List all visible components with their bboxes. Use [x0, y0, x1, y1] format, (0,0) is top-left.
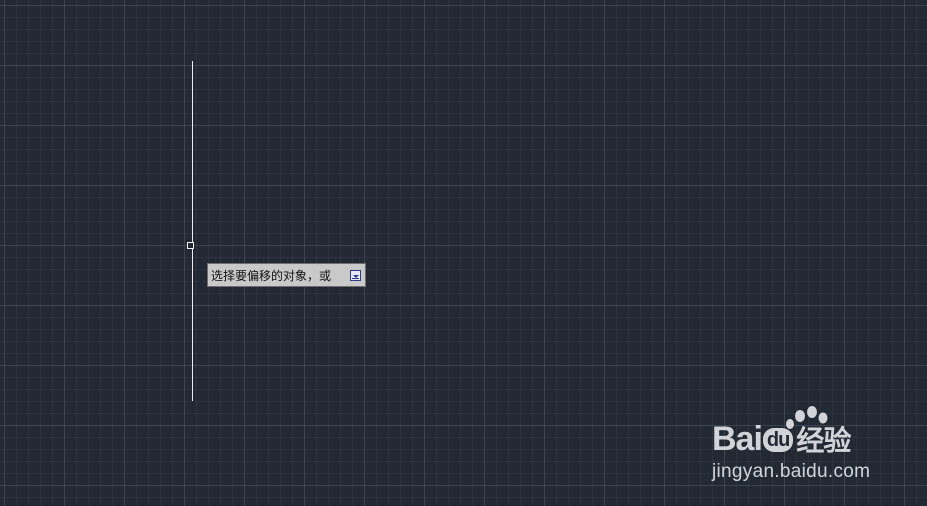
baidu-logo: Bai du 经验 — [712, 419, 851, 461]
command-prompt-text: 选择要偏移的对象，或 — [211, 268, 332, 283]
brand-cn: 经验 — [796, 424, 851, 457]
drawing-canvas[interactable]: 选择要偏移的对象，或 Bai du 经验 jingyan.baidu.com — [0, 0, 927, 506]
dynamic-input-tooltip: 选择要偏移的对象，或 — [207, 263, 366, 287]
cursor-pickbox — [187, 242, 194, 249]
baidu-jingyan-watermark: Bai du 经验 jingyan.baidu.com — [710, 405, 910, 495]
vertical-line-entity[interactable] — [192, 61, 193, 401]
watermark-url: jingyan.baidu.com — [712, 461, 871, 482]
expand-options-icon[interactable] — [350, 269, 361, 281]
brand-du: du — [762, 428, 794, 452]
brand-prefix: Bai — [712, 420, 763, 458]
